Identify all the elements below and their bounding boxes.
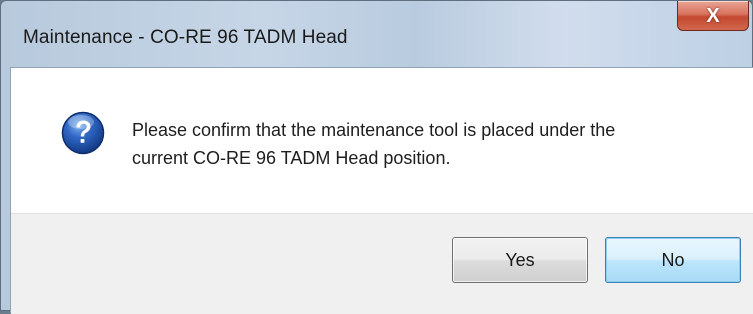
no-button[interactable]: No [605, 237, 741, 283]
dialog-body: Please confirm that the maintenance tool… [10, 67, 753, 314]
confirmation-message: Please confirm that the maintenance tool… [132, 116, 732, 172]
message-area: Please confirm that the maintenance tool… [11, 68, 753, 213]
close-button[interactable]: X [677, 1, 749, 31]
dialog-window: Maintenance - CO-RE 96 TADM Head X Pleas… [0, 0, 753, 314]
message-line-2: current CO-RE 96 TADM Head position. [132, 148, 451, 168]
title-bar[interactable]: Maintenance - CO-RE 96 TADM Head X [1, 1, 752, 67]
close-icon: X [706, 4, 720, 27]
button-bar: Yes No [11, 213, 753, 314]
yes-button[interactable]: Yes [452, 237, 588, 283]
message-line-1: Please confirm that the maintenance tool… [132, 120, 616, 140]
question-icon [61, 111, 105, 155]
window-title: Maintenance - CO-RE 96 TADM Head [23, 27, 348, 48]
